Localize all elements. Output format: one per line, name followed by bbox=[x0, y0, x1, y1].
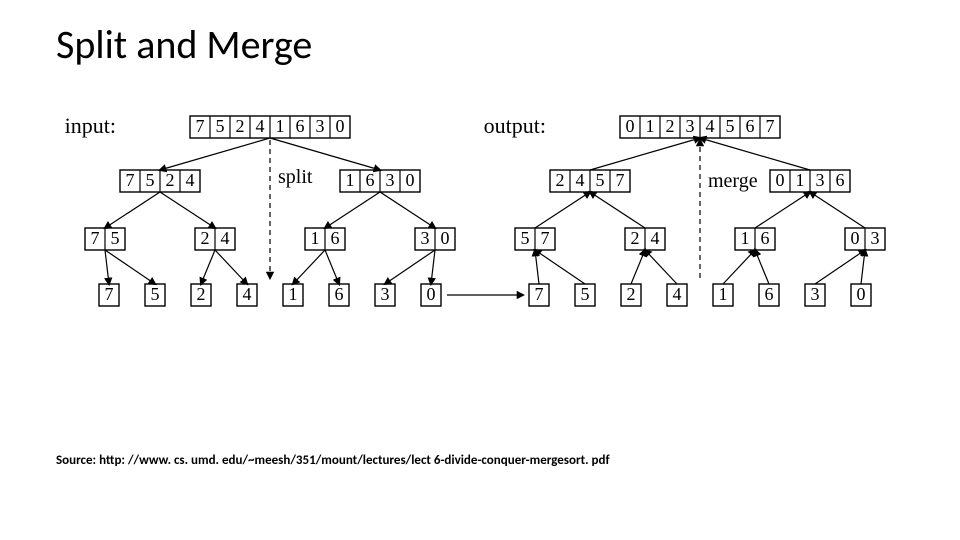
svg-text:5: 5 bbox=[521, 228, 530, 248]
svg-text:0: 0 bbox=[336, 116, 345, 136]
svg-text:7: 7 bbox=[616, 170, 625, 190]
svg-text:5: 5 bbox=[111, 228, 120, 248]
svg-text:5: 5 bbox=[216, 116, 225, 136]
svg-text:6: 6 bbox=[331, 228, 340, 248]
svg-text:split: split bbox=[278, 166, 313, 188]
svg-text:7: 7 bbox=[541, 228, 550, 248]
mergesort-diagram: input:75241630752416307524163075241630sp… bbox=[56, 106, 904, 366]
svg-text:1: 1 bbox=[311, 228, 320, 248]
svg-text:4: 4 bbox=[576, 170, 585, 190]
svg-text:5: 5 bbox=[151, 284, 160, 304]
svg-text:6: 6 bbox=[335, 284, 344, 304]
svg-text:3: 3 bbox=[871, 228, 880, 248]
svg-text:1: 1 bbox=[796, 170, 805, 190]
svg-text:0: 0 bbox=[851, 228, 860, 248]
svg-text:6: 6 bbox=[296, 116, 305, 136]
svg-text:2: 2 bbox=[666, 116, 675, 136]
svg-text:7: 7 bbox=[91, 228, 100, 248]
svg-text:2: 2 bbox=[166, 170, 175, 190]
svg-text:6: 6 bbox=[765, 284, 774, 304]
svg-text:2: 2 bbox=[201, 228, 210, 248]
svg-text:5: 5 bbox=[146, 170, 155, 190]
svg-text:1: 1 bbox=[719, 284, 728, 304]
svg-text:4: 4 bbox=[186, 170, 195, 190]
svg-text:1: 1 bbox=[289, 284, 298, 304]
svg-text:3: 3 bbox=[421, 228, 430, 248]
svg-text:3: 3 bbox=[811, 284, 820, 304]
svg-text:3: 3 bbox=[316, 116, 325, 136]
svg-text:4: 4 bbox=[256, 116, 265, 136]
svg-text:7: 7 bbox=[196, 116, 205, 136]
svg-text:input:: input: bbox=[65, 113, 116, 138]
svg-text:0: 0 bbox=[626, 116, 635, 136]
svg-text:0: 0 bbox=[857, 284, 866, 304]
svg-text:5: 5 bbox=[726, 116, 735, 136]
svg-text:1: 1 bbox=[646, 116, 655, 136]
svg-text:6: 6 bbox=[761, 228, 770, 248]
svg-text:4: 4 bbox=[243, 284, 252, 304]
svg-text:2: 2 bbox=[556, 170, 565, 190]
svg-text:7: 7 bbox=[105, 284, 114, 304]
source-line: Source: http: //www. cs. umd. edu/~meesh… bbox=[56, 453, 610, 468]
svg-text:4: 4 bbox=[221, 228, 230, 248]
svg-text:7: 7 bbox=[766, 116, 775, 136]
svg-text:0: 0 bbox=[776, 170, 785, 190]
svg-text:3: 3 bbox=[386, 170, 395, 190]
svg-text:2: 2 bbox=[197, 284, 206, 304]
svg-text:3: 3 bbox=[686, 116, 695, 136]
svg-text:4: 4 bbox=[673, 284, 682, 304]
svg-text:4: 4 bbox=[651, 228, 660, 248]
svg-text:7: 7 bbox=[535, 284, 544, 304]
svg-text:1: 1 bbox=[346, 170, 355, 190]
svg-text:6: 6 bbox=[746, 116, 755, 136]
svg-text:merge: merge bbox=[708, 170, 758, 192]
svg-text:3: 3 bbox=[816, 170, 825, 190]
svg-text:2: 2 bbox=[631, 228, 640, 248]
svg-text:0: 0 bbox=[441, 228, 450, 248]
svg-text:output:: output: bbox=[484, 113, 546, 138]
svg-text:1: 1 bbox=[276, 116, 285, 136]
svg-text:2: 2 bbox=[627, 284, 636, 304]
svg-text:3: 3 bbox=[381, 284, 390, 304]
svg-text:0: 0 bbox=[427, 284, 436, 304]
svg-text:7: 7 bbox=[126, 170, 135, 190]
svg-text:0: 0 bbox=[406, 170, 415, 190]
svg-text:6: 6 bbox=[836, 170, 845, 190]
svg-text:4: 4 bbox=[706, 116, 715, 136]
svg-text:2: 2 bbox=[236, 116, 245, 136]
svg-text:5: 5 bbox=[581, 284, 590, 304]
svg-text:1: 1 bbox=[741, 228, 750, 248]
slide-title: Split and Merge bbox=[56, 20, 312, 69]
svg-text:6: 6 bbox=[366, 170, 375, 190]
svg-text:5: 5 bbox=[596, 170, 605, 190]
